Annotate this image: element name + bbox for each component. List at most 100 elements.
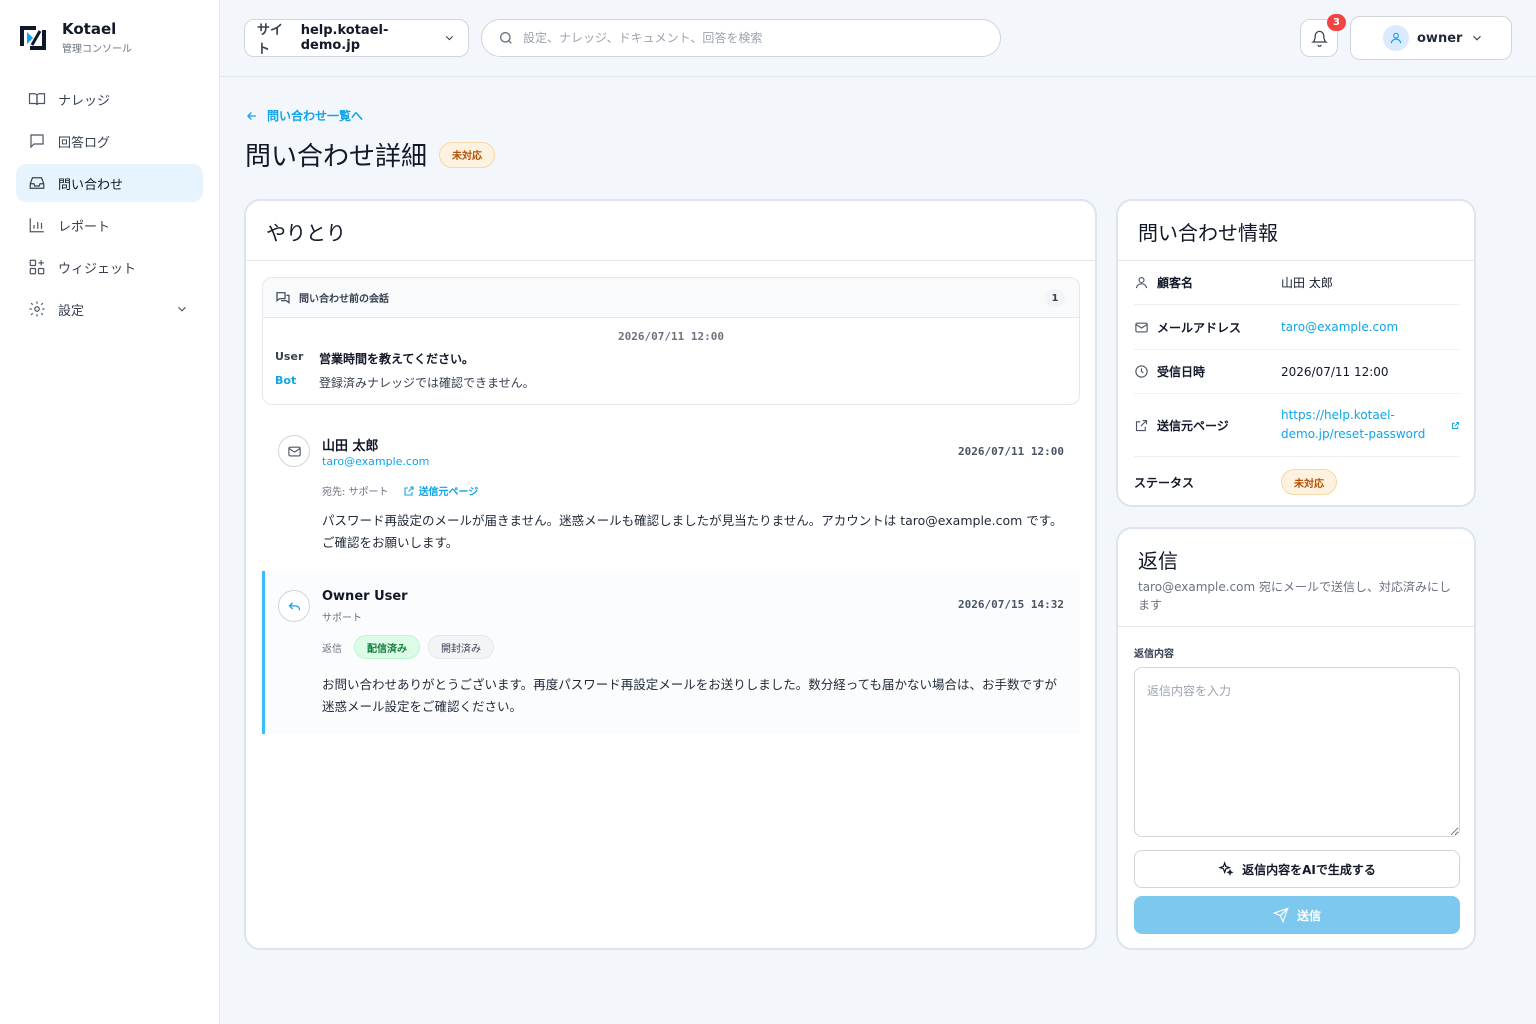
info-row-email: メールアドレス taro@example.com — [1134, 305, 1460, 350]
pre-chat-message-user: User 営業時間を教えてください。 — [275, 350, 474, 367]
message-role: User — [275, 350, 304, 363]
external-link-small-icon — [1452, 421, 1459, 429]
inbound-message: 山田 太郎 taro@example.com 2026/07/11 12:00 … — [262, 417, 1080, 569]
send-button-label: 送信 — [1296, 908, 1321, 923]
user-name: owner — [1417, 30, 1463, 46]
reply-textarea[interactable] — [1134, 667, 1460, 837]
send-button[interactable]: 送信 — [1134, 896, 1460, 934]
message-date: 2026/07/11 12:00 — [958, 445, 1064, 458]
sidebar-item-answer-log[interactable]: 回答ログ — [16, 122, 203, 160]
external-link-icon — [1135, 419, 1148, 431]
sidebar-item-widget[interactable]: ウィジェット — [16, 248, 203, 286]
site-label: サイト — [257, 23, 284, 57]
chevron-down-icon — [178, 306, 186, 312]
user-menu-button[interactable]: owner — [1350, 16, 1512, 60]
message-role: Bot — [275, 374, 297, 387]
search-box[interactable] — [481, 19, 1001, 57]
pre-conversation-date: 2026/07/11 12:00 — [618, 330, 724, 343]
reply-type-label: 返信 — [322, 643, 342, 655]
source-url-line: demo.jp/reset-password — [1281, 427, 1426, 441]
status-badge: 未対応 — [1281, 469, 1337, 495]
source-url-link[interactable]: https://help.kotael- demo.jp/reset-passw… — [1281, 406, 1425, 444]
pre-conversation-header[interactable]: 問い合わせ前の会話 1 — [263, 278, 1079, 318]
search-icon — [500, 32, 512, 44]
clock-icon — [1135, 365, 1148, 378]
reply-sender-name: Owner User — [322, 589, 408, 604]
brand-subtitle: 管理コンソール — [62, 44, 132, 55]
reply-arrow-icon — [288, 601, 300, 610]
message-meta: 宛先: サポート 送信元ページ — [322, 483, 478, 498]
source-label: 送信元ページ — [1157, 418, 1229, 433]
widget-icon — [29, 259, 45, 275]
inquiry-info-card: 問い合わせ情報 顧客名 山田 太郎 メールアドレス taro@example.c… — [1116, 199, 1476, 507]
chevron-down-icon — [446, 36, 454, 41]
info-row-source: 送信元ページ https://help.kotael- demo.jp/rese… — [1134, 394, 1460, 457]
info-key: メールアドレス — [1134, 319, 1281, 336]
sidebar-item-label: ナレッジ — [58, 93, 111, 109]
top-header: サイト help.kotael-demo.jp 3 owner — [220, 0, 1536, 77]
message-text: 営業時間を教えてください。 — [319, 352, 475, 366]
reply-sender-role: サポート — [322, 613, 362, 624]
delivered-badge: 配信済み — [354, 635, 420, 659]
inbox-icon — [29, 177, 45, 189]
reply-field-label: 返信内容 — [1134, 649, 1174, 660]
user-icon — [1135, 276, 1148, 289]
book-icon — [28, 93, 46, 106]
sidebar-item-knowledge[interactable]: ナレッジ — [16, 80, 203, 118]
bar-chart-icon — [29, 218, 44, 233]
pre-conversation-title: 問い合わせ前の会話 — [299, 294, 389, 305]
gear-icon — [29, 301, 45, 317]
email-value[interactable]: taro@example.com — [1281, 320, 1398, 334]
mail-icon — [1135, 322, 1148, 332]
conversation-title: やりとり — [246, 201, 1095, 261]
notification-button[interactable]: 3 — [1300, 14, 1346, 57]
reply-description: taro@example.com 宛にメールで送信し、対応済みにします — [1138, 580, 1451, 612]
ai-button-label: 返信内容をAIで生成する — [1242, 862, 1376, 877]
user-icon — [1390, 32, 1402, 44]
sidebar-item-label: ウィジェット — [58, 261, 137, 277]
message-text: 登録済みナレッジでは確認できません。 — [319, 376, 535, 390]
sidebar-item-label: 回答ログ — [58, 135, 111, 151]
sidebar-nav: ナレッジ 回答ログ 問い合わせ レポート ウィジェット 設定 — [16, 80, 203, 332]
sidebar: Kotael 管理コンソール ナレッジ 回答ログ 問い合わせ レポート ウィジェ… — [0, 0, 220, 1024]
back-to-inquiries-link[interactable]: 問い合わせ一覧へ — [245, 107, 363, 124]
sidebar-item-label: レポート — [58, 219, 111, 235]
source-page-link[interactable]: 送信元ページ — [403, 483, 478, 498]
info-key: 送信元ページ — [1134, 417, 1281, 434]
sender-email[interactable]: taro@example.com — [322, 455, 429, 468]
sidebar-item-reports[interactable]: レポート — [16, 206, 203, 244]
sidebar-item-inquiries[interactable]: 問い合わせ — [16, 164, 203, 202]
chat-bubbles-icon — [276, 291, 290, 304]
info-key: 顧客名 — [1134, 274, 1281, 291]
reply-meta: 返信 配信済み 開封済み — [322, 635, 494, 659]
received-value: 2026/07/11 12:00 — [1281, 364, 1389, 379]
kotael-logo-icon — [20, 25, 46, 50]
sidebar-item-label: 設定 — [58, 303, 85, 319]
conversation-card: やりとり 問い合わせ前の会話 1 2026/07/11 12:00 User 営… — [244, 199, 1097, 950]
back-link-label: 問い合わせ一覧へ — [267, 109, 364, 123]
site-value: help.kotael-demo.jp — [300, 23, 389, 53]
site-selector[interactable]: サイト help.kotael-demo.jp — [244, 19, 469, 57]
page-title-text: 問い合わせ詳細 — [245, 142, 428, 172]
bell-icon — [1310, 30, 1328, 47]
sidebar-item-settings[interactable]: 設定 — [16, 290, 203, 328]
reply-header: 返信 taro@example.com 宛にメールで送信し、対応済みにします — [1118, 529, 1474, 627]
email-label: メールアドレス — [1157, 320, 1242, 335]
reply-message: Owner User サポート 2026/07/15 14:32 返信 配信済み… — [262, 571, 1080, 734]
ai-generate-button[interactable]: 返信内容をAIで生成する — [1134, 850, 1460, 888]
source-url-line: https://help.kotael- — [1281, 408, 1395, 422]
info-key: 受信日時 — [1134, 363, 1281, 380]
mail-icon-wrap — [278, 435, 310, 467]
status-label: ステータス — [1134, 475, 1195, 490]
reply-card: 返信 taro@example.com 宛にメールで送信し、対応済みにします 返… — [1116, 527, 1476, 950]
opened-badge: 開封済み — [428, 635, 494, 659]
search-input[interactable] — [523, 31, 963, 45]
chat-icon — [30, 134, 44, 149]
avatar — [1383, 25, 1409, 51]
brand[interactable]: Kotael 管理コンソール — [18, 20, 132, 55]
customer-label: 顧客名 — [1157, 276, 1194, 290]
info-row-received: 受信日時 2026/07/11 12:00 — [1134, 350, 1460, 394]
pre-conversation-count: 1 — [1045, 289, 1065, 307]
sender-name: 山田 太郎 — [322, 439, 379, 454]
pre-inquiry-conversation: 問い合わせ前の会話 1 2026/07/11 12:00 User 営業時間を教… — [262, 277, 1080, 405]
